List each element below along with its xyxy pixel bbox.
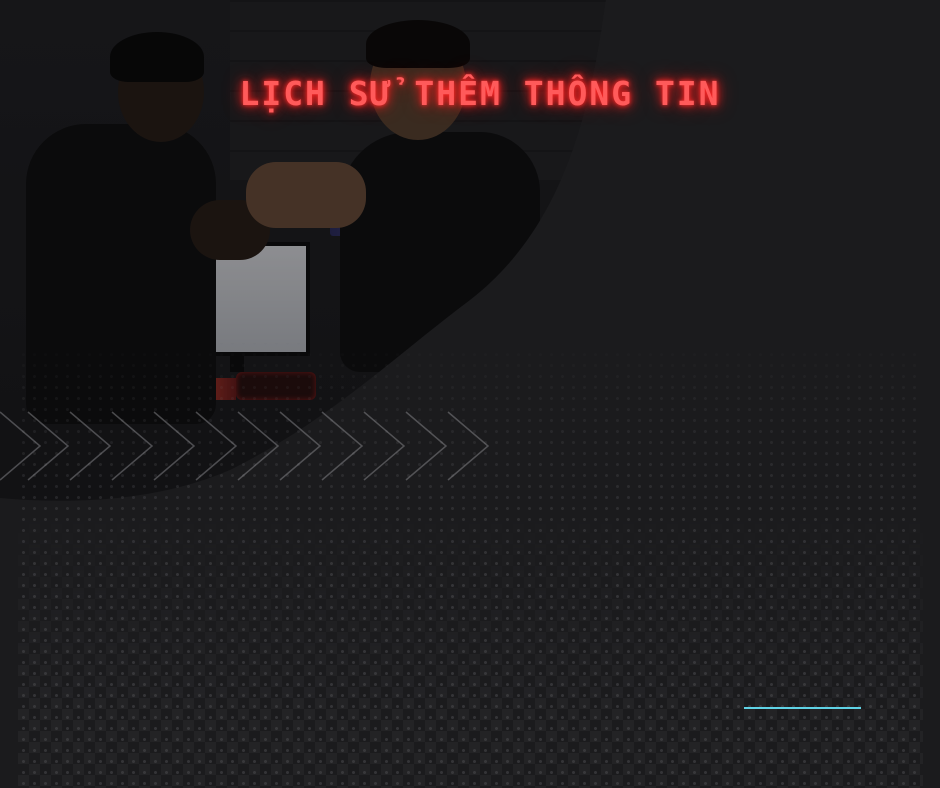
chevron-icon: [405, 411, 448, 481]
chevron-arrows-decoration: [0, 411, 490, 481]
chevron-icon: [153, 411, 196, 481]
chevron-icon: [195, 411, 238, 481]
chevron-icon: [321, 411, 364, 481]
diamond-pattern: [18, 500, 923, 788]
chevron-icon: [237, 411, 280, 481]
chevron-icon: [69, 411, 112, 481]
chevron-icon: [27, 411, 70, 481]
chevron-icon: [363, 411, 406, 481]
accent-line: [744, 707, 861, 709]
chevron-icon: [447, 411, 490, 481]
chevron-icon: [0, 411, 42, 481]
chevron-icon: [279, 411, 322, 481]
page-title: LỊCH SỬ THÊM THÔNG TIN: [239, 74, 721, 113]
chevron-icon: [111, 411, 154, 481]
